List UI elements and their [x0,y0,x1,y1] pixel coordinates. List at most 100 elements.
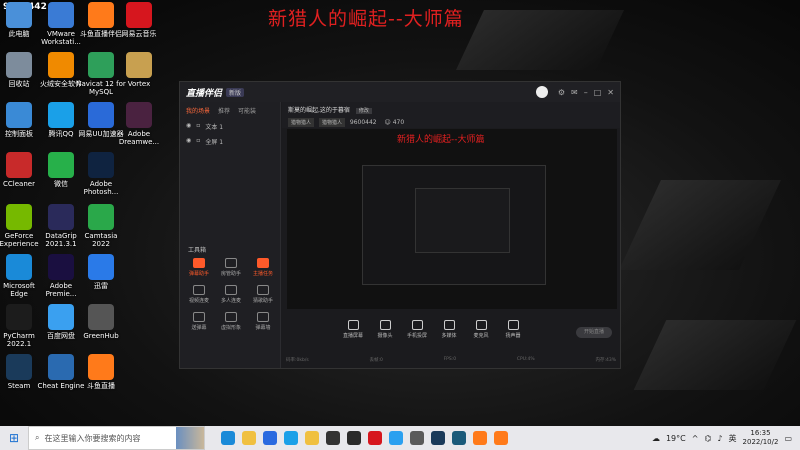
tool-icon [257,258,269,268]
desktop-icon[interactable]: GreenHub [76,304,126,340]
scene-item[interactable]: ◉ ▫ 文本 1 [180,119,280,134]
desktop-icon[interactable]: Adobe Dreamwe... [114,102,164,146]
source-control-button[interactable]: 麦克风 [470,320,492,339]
photoshop-icon [88,152,114,178]
toolbox-item[interactable]: 弹幕助手 [184,258,214,277]
taskbar-app-icon[interactable] [305,431,319,445]
source-control-button[interactable]: 扬声器 [502,320,524,339]
tab-recommend[interactable]: 推荐 [218,106,230,115]
desktop-icon[interactable]: Camtasia 2022 [76,204,126,248]
taskbar-apps [221,431,508,445]
desktop-icon[interactable]: 斗鱼直播 [76,354,126,390]
maximize-icon[interactable]: □ [594,88,602,97]
tab-my-scenes[interactable]: 我的场景 [186,106,210,115]
toolbox-item[interactable]: 多人连麦 [216,285,246,304]
desktop-icon-label: GreenHub [83,332,119,340]
clock-date: 2022/10/2 [742,438,779,446]
taskbar-app-icon[interactable] [263,431,277,445]
toolbox-item[interactable]: 弹幕墙 [248,312,278,331]
category-tag[interactable]: 猎物猎人 [318,118,345,127]
version-badge[interactable]: 新版 [226,87,245,97]
taskbar-app-icon[interactable] [368,431,382,445]
viewer-count: 470 [392,119,405,126]
desktop-icon-label: Adobe Photosh... [83,180,119,196]
desktop-icon-label: VMware Workstati... [41,30,81,46]
settings-icon[interactable]: ⚙ [558,88,565,97]
network-icon[interactable]: ⌬ [704,434,711,443]
control-panel-icon [6,102,32,128]
taskbar: ⊞ ⌕ 在这里输入你要搜索的内容 ☁ 19°C ^ ⌬ ♪ 英 16:35 20… [0,426,800,450]
close-icon[interactable]: ✕ [607,88,614,97]
viewer-icon: ☺ [384,119,391,126]
desktop-icon-label: Vortex [127,80,151,88]
taskbar-app-icon[interactable] [452,431,466,445]
taskbar-app-icon[interactable] [242,431,256,445]
start-live-button[interactable]: 开始直播 [576,327,612,338]
taskbar-app-icon[interactable] [431,431,445,445]
message-icon[interactable]: ✉ [571,88,578,97]
avatar[interactable] [535,86,548,98]
desktop-icon[interactable]: 迅雷 [76,254,126,290]
desktop-icon-label: 迅雷 [94,282,108,290]
clock[interactable]: 16:35 2022/10/2 [743,429,779,447]
taskbar-app-icon[interactable] [473,431,487,445]
status-item: 丢帧:0 [369,358,383,363]
live-streaming-app-window[interactable]: 直播伴侣 新版 ⚙ ✉ – □ ✕ 我的场景 推荐 可能装 ◉ ▫ 文本 1 ◉ ▫ 全… [179,81,621,369]
vortex-icon [126,52,152,78]
taskbar-app-icon[interactable] [221,431,235,445]
stream-preview[interactable]: 新猎人的崛起--大师篇 [287,129,617,309]
source-control-button[interactable]: 手机投屏 [406,320,428,339]
xunlei-icon [88,254,114,280]
control-label: 直播屏幕 [342,333,363,339]
window-controls: ⚙ ✉ – □ ✕ [558,88,614,97]
toolbox-item[interactable]: 猜歌助手 [248,285,278,304]
taskbar-app-icon[interactable] [410,431,424,445]
recycle-bin-icon [6,52,32,78]
desktop-icon-label: GeForce Experience [0,232,39,248]
notification-icon[interactable]: ▭ [784,434,792,443]
desktop-icon[interactable]: 网易云音乐 [114,2,164,38]
taskbar-app-icon[interactable] [326,431,340,445]
source-control-button[interactable]: 摄像头 [374,320,396,339]
dreamweaver-icon [126,102,152,128]
status-item: 码率:0kb/s [286,358,309,363]
taskbar-search[interactable]: ⌕ 在这里输入你要搜索的内容 [28,426,205,450]
scene-label: 文本 1 [205,124,224,131]
taskbar-app-icon[interactable] [347,431,361,445]
toolbox-item[interactable]: 视频连麦 [184,285,214,304]
desktop-icon-label: 腾讯QQ [48,130,74,138]
stream-title-overlay: 新猎人的崛起--大师篇 [268,8,464,30]
lock-icon[interactable]: ▫ [196,137,200,146]
edit-title-button[interactable]: 修改 [355,108,372,114]
toolbox-item[interactable]: 主播任务 [248,258,278,277]
taskbar-app-icon[interactable] [494,431,508,445]
toolbox-item[interactable]: 送弹幕 [184,312,214,331]
volume-icon[interactable]: ♪ [717,434,722,443]
edge-icon [6,254,32,280]
lock-icon[interactable]: ▫ [196,122,200,131]
taskbar-app-icon[interactable] [284,431,298,445]
control-icon [443,320,455,330]
desktop-icon[interactable]: Adobe Photosh... [76,152,126,196]
chevron-up-icon[interactable]: ^ [692,434,699,443]
weather-temp[interactable]: 19°C [666,434,686,443]
ime-indicator[interactable]: 英 [729,433,737,444]
eye-icon[interactable]: ◉ [186,137,191,146]
windows-start-icon[interactable]: ⊞ [0,431,28,445]
category-tag[interactable]: 猎物猎人 [288,118,315,127]
toolbox-item[interactable]: 房管助手 [216,258,246,277]
eye-icon[interactable]: ◉ [186,122,191,131]
toolbox-item[interactable]: 虚拟形象 [216,312,246,331]
source-control-button[interactable]: 多媒体 [438,320,460,339]
desktop-icon[interactable]: Vortex [114,52,164,88]
tab-other[interactable]: 可能装 [238,106,256,115]
scene-item[interactable]: ◉ ▫ 全屏 1 [180,134,280,149]
uu-icon [88,102,114,128]
source-control-button[interactable]: 直播屏幕 [342,320,364,339]
minimize-icon[interactable]: – [584,88,588,97]
taskbar-app-icon[interactable] [389,431,403,445]
douyu-live-icon [88,354,114,380]
greenhub-icon [88,304,114,330]
weather-icon[interactable]: ☁ [652,434,660,443]
tool-label: 弹幕墙 [255,325,271,331]
